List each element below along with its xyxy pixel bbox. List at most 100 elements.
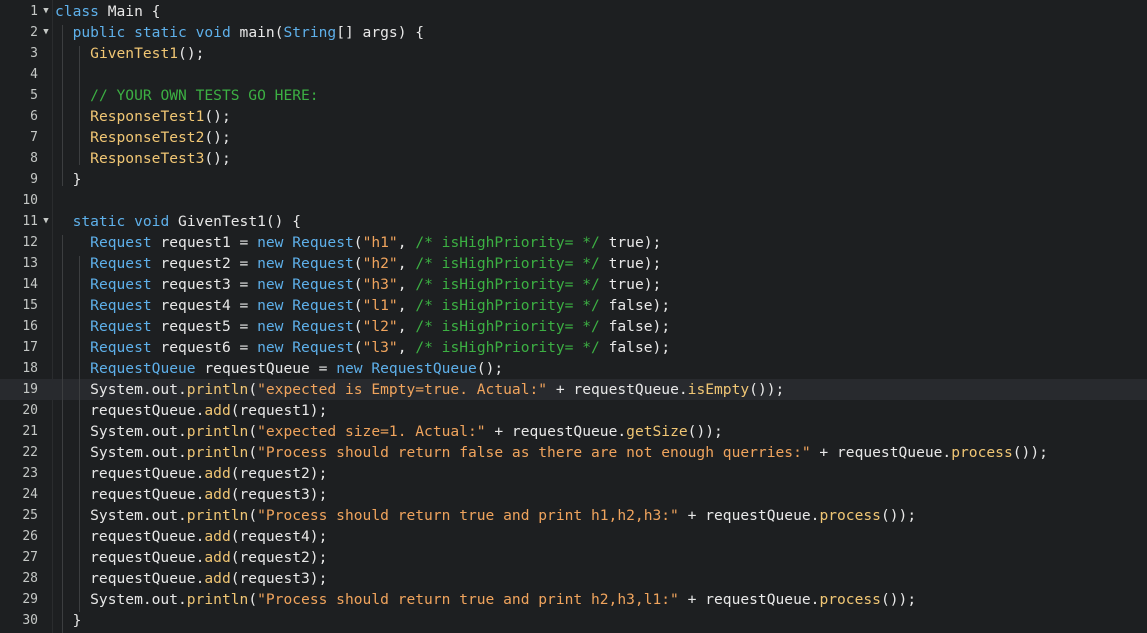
code-line[interactable]: 5 // YOUR OWN TESTS GO HERE: — [0, 85, 1147, 106]
code-text: requestQueue.add(request2); — [55, 547, 327, 568]
code-line[interactable]: 6 ResponseTest1(); — [0, 106, 1147, 127]
line-number: 18 — [22, 361, 38, 376]
code-text: Request request5 = new Request("l2", /* … — [55, 316, 670, 337]
code-line[interactable]: 2 ▼ public static void main(String[] args… — [0, 22, 1147, 43]
code-line[interactable]: 21 System.out.println("expected size=1. … — [0, 421, 1147, 442]
code-text: RequestQueue requestQueue = new RequestQ… — [55, 358, 503, 379]
code-token: "l2" — [362, 318, 398, 335]
line-number: 24 — [22, 487, 38, 502]
code-token: true); — [599, 276, 662, 293]
code-line[interactable]: 17 Request request6 = new Request("l3", … — [0, 337, 1147, 358]
code-text: System.out.println("expected size=1. Act… — [55, 421, 723, 442]
code-line[interactable]: 11 ▼ static void GivenTest1() { — [0, 211, 1147, 232]
code-token: false); — [599, 339, 671, 356]
code-token: ()); — [880, 507, 917, 524]
code-token: (request2); — [230, 549, 328, 566]
code-line[interactable]: 13 Request request2 = new Request("h2", … — [0, 253, 1147, 274]
code-token: RequestQueue — [90, 360, 196, 377]
indent-guide — [79, 256, 80, 612]
line-number: 2 — [30, 25, 38, 40]
fold-toggle-icon[interactable]: ▼ — [40, 211, 52, 232]
code-token: true); — [599, 234, 662, 251]
code-token: (); — [204, 150, 231, 167]
code-token: ( — [353, 339, 363, 356]
code-token: Request — [292, 255, 354, 272]
line-number: 16 — [22, 319, 38, 334]
code-line[interactable]: 28 requestQueue.add(request3); — [0, 568, 1147, 589]
code-token: "Process should return false as there ar… — [257, 444, 811, 461]
code-token: getSize — [626, 423, 688, 440]
code-line[interactable]: 7 ResponseTest2(); — [0, 127, 1147, 148]
line-number: 30 — [22, 613, 38, 628]
code-line[interactable]: 30 } — [0, 610, 1147, 631]
code-line[interactable]: 3 GivenTest1(); — [0, 43, 1147, 64]
code-token: void — [195, 24, 231, 41]
code-token: requestQueue. — [55, 549, 205, 566]
line-number: 3 — [30, 46, 38, 61]
code-token: Request — [292, 318, 354, 335]
code-token: , — [397, 339, 416, 356]
code-editor[interactable]: 1 ▼ class Main {2 ▼ public static void main… — [0, 0, 1147, 633]
code-line[interactable]: 8 ResponseTest3(); — [0, 148, 1147, 169]
code-token: (request3); — [230, 570, 328, 587]
code-token: GivenTest1() { — [169, 213, 302, 230]
code-token: /* isHighPriority= */ — [415, 234, 600, 251]
code-text: Request request6 = new Request("l3", /* … — [55, 337, 670, 358]
code-token: main( — [230, 24, 284, 41]
code-line[interactable]: 19 System.out.println("expected is Empty… — [0, 379, 1147, 400]
code-text: System.out.println("expected is Empty=tr… — [55, 379, 784, 400]
code-line[interactable]: 4 — [0, 64, 1147, 85]
code-token: /* isHighPriority= */ — [415, 339, 600, 356]
code-token: System.out. — [55, 381, 187, 398]
fold-toggle-icon[interactable]: ▼ — [40, 22, 52, 43]
fold-toggle-icon[interactable]: ▼ — [40, 1, 52, 22]
code-text: requestQueue.add(request3); — [55, 484, 327, 505]
code-line[interactable]: 15 Request request4 = new Request("l1", … — [0, 295, 1147, 316]
code-token: ()); — [880, 591, 917, 608]
code-line[interactable]: 18 RequestQueue requestQueue = new Reque… — [0, 358, 1147, 379]
code-token: /* isHighPriority= */ — [415, 276, 600, 293]
code-token: request6 = — [151, 339, 258, 356]
code-token: request4 = — [151, 297, 258, 314]
code-line[interactable]: 20 requestQueue.add(request1); — [0, 400, 1147, 421]
code-token: println — [186, 444, 249, 461]
code-line[interactable]: 26 requestQueue.add(request4); — [0, 526, 1147, 547]
line-number: 21 — [22, 424, 38, 439]
code-token: requestQueue. — [55, 402, 205, 419]
code-token: "l1" — [362, 297, 398, 314]
code-line[interactable]: 9 } — [0, 169, 1147, 190]
code-line[interactable]: 23 requestQueue.add(request2); — [0, 463, 1147, 484]
code-token: ()); — [687, 423, 723, 440]
code-token: "expected is Empty=true. Actual:" — [257, 381, 548, 398]
code-line[interactable]: 22 System.out.println("Process should re… — [0, 442, 1147, 463]
code-text: System.out.println("Process should retur… — [55, 442, 1048, 463]
code-line[interactable]: 1 ▼ class Main { — [0, 1, 1147, 22]
code-text: Request request1 = new Request("h1", /* … — [55, 232, 661, 253]
code-token: GivenTest1 — [90, 45, 179, 62]
code-line[interactable]: 12 Request request1 = new Request("h1", … — [0, 232, 1147, 253]
code-token: add — [204, 528, 231, 545]
code-token: requestQueue. — [55, 528, 205, 545]
line-number: 25 — [22, 508, 38, 523]
code-token: isEmpty — [687, 381, 750, 398]
code-token: ResponseTest3 — [90, 150, 205, 167]
code-line[interactable]: 16 Request request5 = new Request("l2", … — [0, 316, 1147, 337]
code-line[interactable]: 25 System.out.println("Process should re… — [0, 505, 1147, 526]
line-number: 22 — [22, 445, 38, 460]
code-line[interactable]: 27 requestQueue.add(request2); — [0, 547, 1147, 568]
code-line[interactable]: 10 — [0, 190, 1147, 211]
code-token: String — [283, 24, 337, 41]
line-number: 26 — [22, 529, 38, 544]
code-token: new — [257, 255, 284, 272]
code-token: (); — [178, 45, 205, 62]
code-token: ()); — [749, 381, 785, 398]
code-line[interactable]: 29 System.out.println("Process should re… — [0, 589, 1147, 610]
code-line[interactable]: 14 Request request3 = new Request("h3", … — [0, 274, 1147, 295]
code-text: Request request2 = new Request("h2", /* … — [55, 253, 661, 274]
code-line[interactable]: 24 requestQueue.add(request3); — [0, 484, 1147, 505]
code-text: requestQueue.add(request2); — [55, 463, 327, 484]
